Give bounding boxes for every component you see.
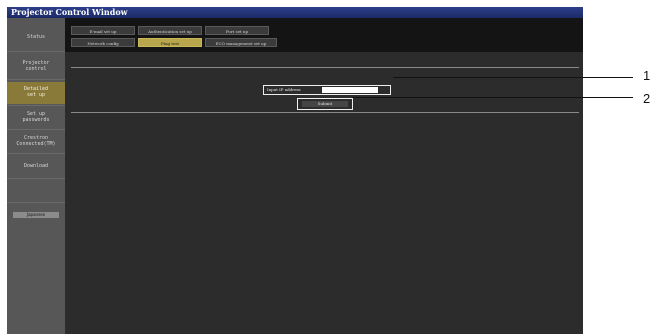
callout-number-2: 2 bbox=[643, 91, 651, 106]
tab-authentication-set-up[interactable]: Authentication set up bbox=[138, 26, 202, 35]
tab-network-config[interactable]: Network config bbox=[71, 38, 135, 47]
sidebar-divider bbox=[7, 202, 65, 203]
sidebar-divider bbox=[7, 51, 65, 52]
ip-address-row: Input IP address bbox=[263, 85, 391, 95]
callout-line-2 bbox=[352, 97, 633, 98]
ip-address-label: Input IP address bbox=[267, 87, 301, 92]
sidebar-item-download[interactable]: Download bbox=[7, 163, 65, 169]
sidebar-item-status[interactable]: Status bbox=[7, 34, 65, 40]
divider-bottom bbox=[71, 112, 579, 113]
tab-bar: E-mail set up Authentication set up Port… bbox=[65, 18, 583, 52]
projector-control-window: Projector Control Window Status Projecto… bbox=[7, 7, 583, 334]
sidebar-divider bbox=[7, 178, 65, 179]
window-title: Projector Control Window bbox=[7, 7, 583, 18]
language-button[interactable]: Japanese bbox=[13, 212, 59, 218]
divider-top bbox=[71, 67, 579, 68]
sidebar-divider bbox=[7, 79, 65, 80]
sidebar-divider bbox=[7, 153, 65, 154]
sidebar-item-set-up-passwords[interactable]: Set up passwords bbox=[7, 111, 65, 123]
sidebar-item-projector-control[interactable]: Projector control bbox=[7, 60, 65, 72]
sidebar-item-crestron-connected[interactable]: Crestron Connected(TM) bbox=[7, 135, 65, 147]
main-panel: E-mail set up Authentication set up Port… bbox=[65, 18, 583, 334]
sidebar-item-detailed-set-up[interactable]: Detailed set up bbox=[7, 82, 65, 104]
sidebar: Status Projector control Detailed set up… bbox=[7, 18, 65, 334]
ip-address-input[interactable] bbox=[322, 87, 378, 93]
tab-email-set-up[interactable]: E-mail set up bbox=[71, 26, 135, 35]
tab-port-set-up[interactable]: Port set up bbox=[205, 26, 269, 35]
sidebar-divider bbox=[7, 129, 65, 130]
tab-ping-test[interactable]: Ping test bbox=[138, 38, 202, 47]
submit-button[interactable]: Submit bbox=[302, 101, 348, 107]
sidebar-divider bbox=[7, 105, 65, 106]
tab-eco-management-set-up[interactable]: ECO management set up bbox=[205, 38, 277, 47]
callout-number-1: 1 bbox=[643, 68, 651, 83]
callout-line-1 bbox=[393, 77, 633, 78]
submit-row: Submit bbox=[297, 98, 353, 110]
